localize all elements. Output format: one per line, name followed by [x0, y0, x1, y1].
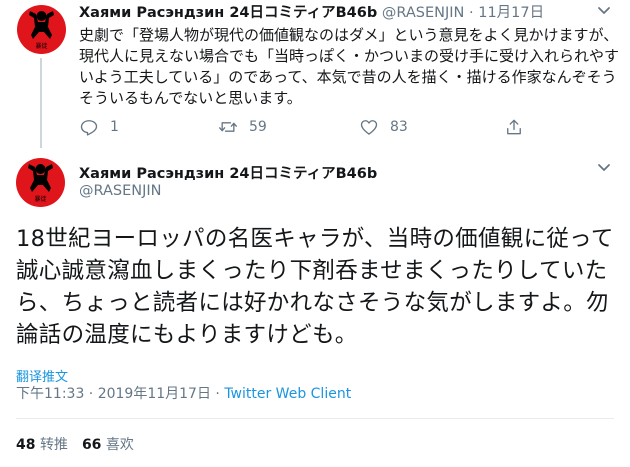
retweets-stat[interactable]: 48 转推 [16, 437, 68, 453]
likes-label: 喜欢 [105, 437, 134, 453]
likes-stat[interactable]: 66 喜欢 [82, 437, 134, 453]
caret-down-icon[interactable] [597, 6, 611, 16]
like-count: 83 [390, 119, 408, 135]
author-name[interactable]: Хаями Расэндзин 24日コミティアB46b [79, 5, 377, 21]
tweet-timestamp[interactable]: 下午11:33 · 2019年11月17日 · [16, 386, 224, 402]
retweets-count: 48 [16, 437, 36, 453]
avatar-badge: 暴徒 [34, 195, 46, 203]
caret-down-icon[interactable] [597, 163, 611, 173]
retweet-icon [219, 122, 237, 132]
reply-count: 1 [110, 119, 119, 135]
retweet-button[interactable]: 59 [218, 116, 267, 138]
like-button[interactable]: 83 [359, 116, 408, 138]
tweet-actions: 1 59 83 [79, 116, 599, 138]
tweet-date[interactable]: 11月17日 [478, 5, 544, 21]
author-handle[interactable]: @RASENJIN [382, 5, 465, 21]
retweet-count: 59 [249, 119, 267, 135]
avatar-badge: 暴徒 [35, 42, 47, 50]
client-link[interactable]: Twitter Web Client [224, 386, 351, 402]
tweet-stats: 48 转推 66 喜欢 [16, 434, 134, 454]
like-icon [360, 120, 378, 135]
main-tweet: 暴徒 Хаями Расэндзин 24日コミティアB46b @RASENJI… [0, 148, 630, 467]
avatar[interactable]: 暴徒 [17, 5, 66, 54]
likes-count: 66 [81, 437, 102, 453]
parent-tweet[interactable]: 暴徒 Хаями Расэндзин 24日コミティアB46b @RASENJI… [0, 0, 630, 148]
share-button[interactable] [504, 116, 524, 138]
reply-icon [80, 120, 98, 136]
reply-button[interactable]: 1 [79, 116, 119, 138]
separator-dot: · [469, 5, 474, 21]
tweet-metadata: 下午11:33 · 2019年11月17日 · Twitter Web Clie… [16, 383, 351, 403]
divider [16, 418, 614, 419]
avatar[interactable]: 暴徒 [16, 158, 65, 207]
retweets-label: 转推 [39, 437, 68, 453]
author-handle[interactable]: @RASENJIN [79, 183, 162, 199]
tweet-header: Хаями Расэндзин 24日コミティアB46b @RASENJIN ·… [79, 4, 599, 22]
author-name[interactable]: Хаями Расэндзин 24日コミティアB46b [79, 162, 377, 183]
share-icon [507, 119, 521, 135]
tweet-text: 18世紀ヨーロッパの名医キャラが、当時の価値観に従って誠心誠意瀉血しまくったり下… [16, 226, 614, 348]
thread-connector [40, 58, 42, 148]
tweet-text: 史劇で「登場人物が現代の価値観なのはダメ」という意見をよく見かけますが、現代人に… [79, 26, 620, 107]
